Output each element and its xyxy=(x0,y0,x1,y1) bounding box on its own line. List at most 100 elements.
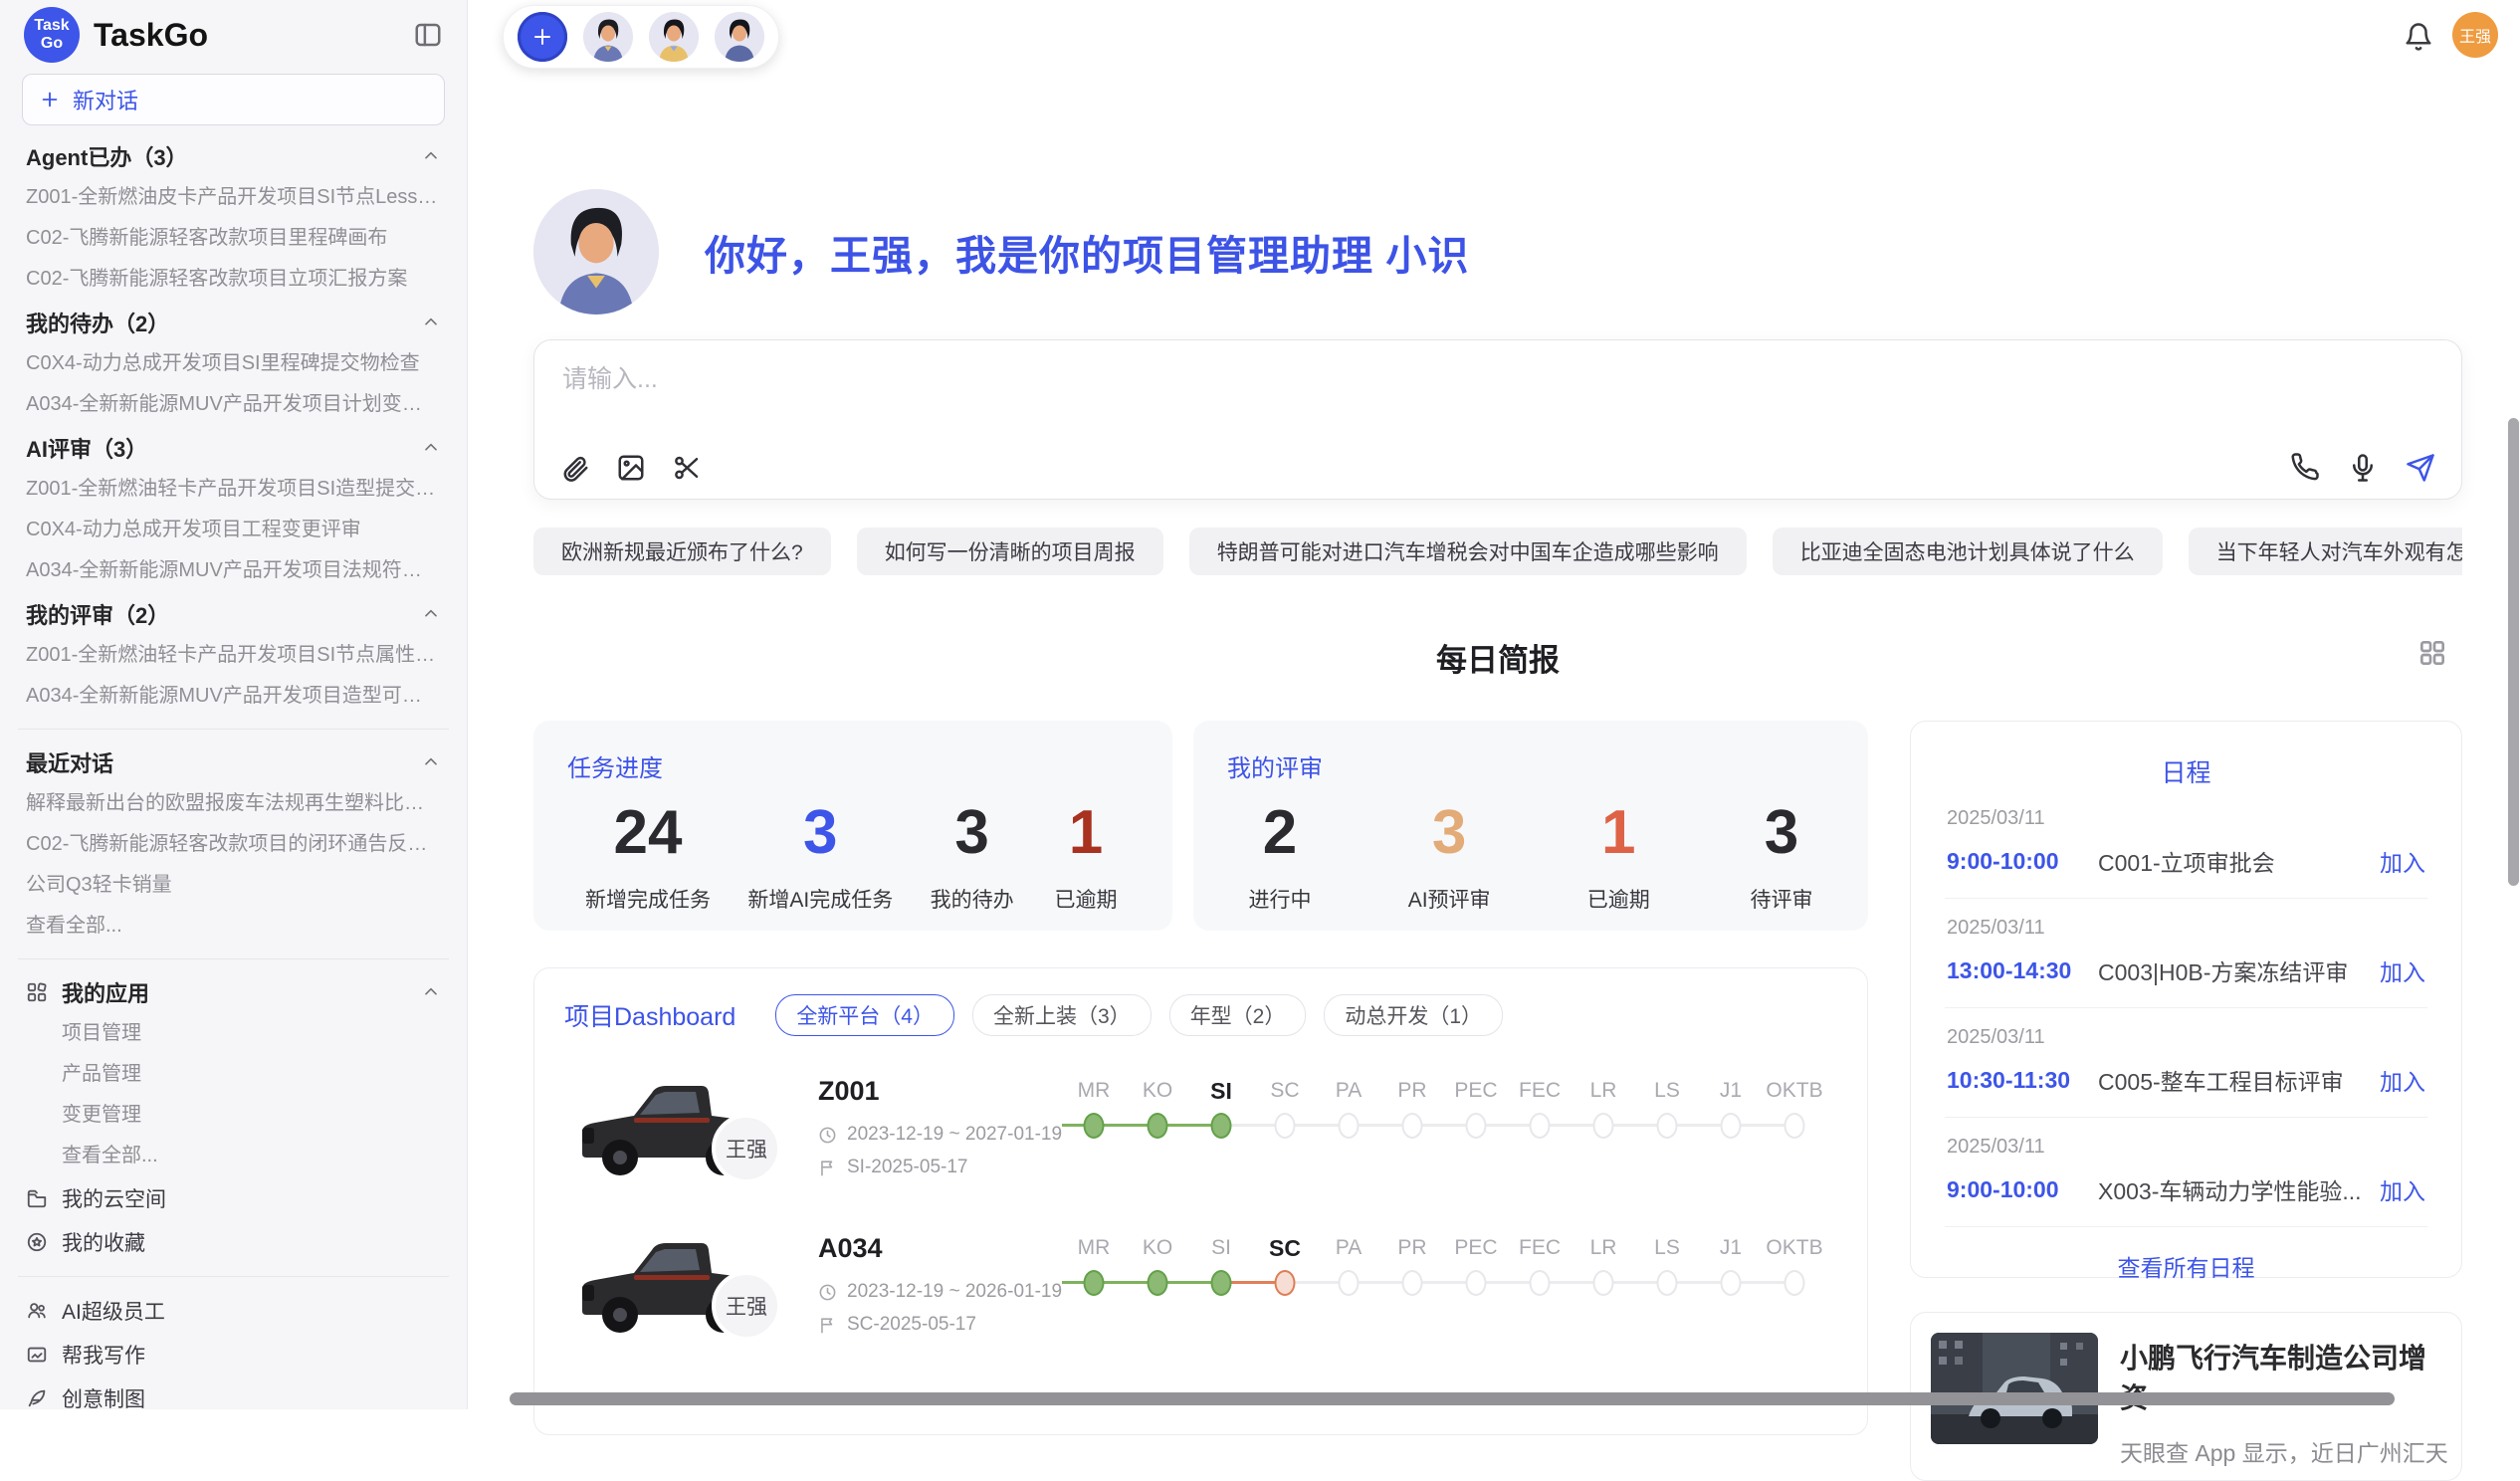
chevron-up-icon[interactable] xyxy=(421,313,441,332)
hero: 你好，王强，我是你的项目管理助理 小识 xyxy=(533,189,1469,315)
join-button[interactable]: 加入 xyxy=(2380,1172,2425,1206)
sidebar-task-item[interactable]: Z001-全新燃油皮卡产品开发项目SI节点Lesson Learn报告 xyxy=(22,177,445,218)
recent-chat-item[interactable]: 公司Q3轻卡销量 xyxy=(22,865,445,906)
join-button[interactable]: 加入 xyxy=(2380,844,2425,878)
sidebar-item-help-write[interactable]: 帮我写作 xyxy=(22,1333,445,1376)
sidebar-section-header[interactable]: Agent已办（3） xyxy=(22,135,445,177)
schedule-main: 9:00-10:00 C001-立项审批会 加入 xyxy=(1947,844,2425,878)
sidebar-item-ai-staff[interactable]: AI超级员工 xyxy=(22,1289,445,1333)
sidebar-task-item[interactable]: A034-全新新能源MUV产品开发项目计划变更表编写 xyxy=(22,384,445,425)
suggestion-chip[interactable]: 欧洲新规最近颁布了什么? xyxy=(533,528,831,575)
sidebar-task-item[interactable]: A034-全新新能源MUV产品开发项目法规符合性评审 xyxy=(22,550,445,591)
app-item[interactable]: 产品管理 xyxy=(22,1054,445,1095)
sidebar-section-header[interactable]: AI评审（3） xyxy=(22,427,445,469)
scissors-icon[interactable] xyxy=(672,453,702,483)
milestone-line xyxy=(1444,1106,1508,1146)
sidebar-task-item[interactable]: C0X4-动力总成开发项目SI里程碑提交物检查 xyxy=(22,343,445,384)
sidebar-item-creative-draw[interactable]: 创意制图 xyxy=(22,1376,445,1409)
teammate-avatar[interactable] xyxy=(583,12,633,62)
schedule-meeting-title: C001-立项审批会 xyxy=(2098,844,2368,878)
sidebar-section: AI评审（3） Z001-全新燃油轻卡产品开发项目SI造型提交物评审C0X4-动… xyxy=(22,427,445,591)
greeting-title: 你好，王强，我是你的项目管理助理 小识 xyxy=(705,222,1469,282)
join-button[interactable]: 加入 xyxy=(2380,1063,2425,1097)
sidebar-task-item[interactable]: Z001-全新燃油轻卡产品开发项目SI节点属性5D文件评审 xyxy=(22,635,445,676)
milestone: LR xyxy=(1572,1219,1635,1303)
project-dates: 2023-12-19 ~ 2027-01-19 xyxy=(818,1124,1062,1146)
milestone-dot xyxy=(1211,1270,1232,1296)
app-logo: Task Go xyxy=(24,7,80,63)
phone-icon[interactable] xyxy=(2290,453,2320,483)
sidebar-task-item[interactable]: Z001-全新燃油轻卡产品开发项目SI造型提交物评审 xyxy=(22,469,445,510)
milestone-line xyxy=(1572,1263,1635,1303)
new-chat-button[interactable]: 新对话 xyxy=(22,74,445,125)
chevron-up-icon[interactable] xyxy=(421,604,441,624)
project-row[interactable]: 王强 A034 2023-12-19 ~ 2026-01-19 SC-2025-… xyxy=(564,1219,1839,1378)
project-name: A034 xyxy=(818,1233,883,1264)
dashboard-tab[interactable]: 全新上装（3） xyxy=(972,994,1152,1036)
chevron-up-icon[interactable] xyxy=(421,982,441,1002)
chat-input[interactable] xyxy=(560,364,1913,395)
stat-label: AI预评审 xyxy=(1408,884,1491,914)
suggestion-chip[interactable]: 当下年轻人对汽车外观有怎样的喜好趋势 xyxy=(2189,528,2462,575)
send-icon[interactable] xyxy=(2406,453,2435,483)
recent-chat-item[interactable]: 查看全部... xyxy=(22,906,445,947)
sidebar-section-header[interactable]: 我的评审（2） xyxy=(22,593,445,635)
suggestion-chip[interactable]: 如何写一份清晰的项目周报 xyxy=(857,528,1163,575)
milestone-line xyxy=(1508,1106,1572,1146)
milestone-line xyxy=(1189,1106,1253,1146)
sidebar-task-item[interactable]: C02-飞腾新能源轻客改款项目里程碑画布 xyxy=(22,218,445,259)
dashboard-title[interactable]: 项目Dashboard xyxy=(564,997,735,1033)
sidebar-item-cloud-space[interactable]: 我的云空间 xyxy=(22,1176,445,1220)
milestone: OKTB xyxy=(1763,1062,1826,1146)
sidebar-section-header[interactable]: 我的待办（2） xyxy=(22,302,445,343)
join-button[interactable]: 加入 xyxy=(2380,953,2425,987)
paperclip-icon[interactable] xyxy=(560,453,590,483)
panel-toggle-icon[interactable] xyxy=(413,20,443,50)
logo-text-top: Task xyxy=(34,17,69,35)
recent-chat-item[interactable]: 解释最新出台的欧盟报废车法规再生塑料比例被调至15%... xyxy=(22,783,445,824)
chevron-up-icon[interactable] xyxy=(421,438,441,458)
chevron-up-icon[interactable] xyxy=(421,146,441,166)
app-item[interactable]: 查看全部... xyxy=(22,1136,445,1176)
dashboard-tab[interactable]: 年型（2） xyxy=(1169,994,1307,1036)
milestone-label: LS xyxy=(1635,1233,1699,1263)
sidebar-task-item[interactable]: C0X4-动力总成开发项目工程变更评审 xyxy=(22,510,445,550)
bell-icon[interactable] xyxy=(2404,22,2433,52)
vertical-scrollbar[interactable] xyxy=(2508,418,2519,886)
stat: 1 已逾期 xyxy=(1583,797,1653,914)
add-agent-button[interactable] xyxy=(518,12,567,62)
stat-card-title[interactable]: 我的评审 xyxy=(1193,721,1868,783)
grid-view-icon[interactable] xyxy=(2416,637,2448,669)
dashboard-tab[interactable]: 全新平台（4） xyxy=(775,994,954,1036)
user-avatar[interactable]: 王强 xyxy=(2452,12,2498,58)
sidebar-item-favorites[interactable]: 我的收藏 xyxy=(22,1220,445,1264)
milestone-line xyxy=(1126,1263,1189,1303)
my-apps-header[interactable]: 我的应用 xyxy=(22,971,445,1013)
view-all-schedule-link[interactable]: 查看所有日程 xyxy=(1945,1227,2427,1283)
stat-card-title[interactable]: 任务进度 xyxy=(533,721,1172,783)
app-item[interactable]: 项目管理 xyxy=(22,1013,445,1054)
mic-icon[interactable] xyxy=(2348,453,2378,483)
app-item[interactable]: 变更管理 xyxy=(22,1095,445,1136)
project-row[interactable]: 王强 Z001 2023-12-19 ~ 2027-01-19 SI-2025-… xyxy=(564,1062,1839,1221)
horizontal-scrollbar[interactable] xyxy=(510,1392,2395,1405)
sidebar-task-item[interactable]: C02-飞腾新能源轻客改款项目立项汇报方案 xyxy=(22,259,445,300)
teammate-avatar[interactable] xyxy=(649,12,699,62)
suggestion-chip[interactable]: 特朗普可能对进口汽车增税会对中国车企造成哪些影响 xyxy=(1189,528,1747,575)
apps-grid-icon xyxy=(26,981,48,1003)
milestone-dot xyxy=(1721,1270,1742,1296)
recent-chat-item[interactable]: C02-飞腾新能源轻客改款项目的闭环通告反馈情况 xyxy=(22,824,445,865)
milestone: J1 xyxy=(1699,1062,1763,1146)
people-icon xyxy=(26,1300,48,1322)
divider xyxy=(18,729,449,730)
suggestion-chip[interactable]: 比亚迪全固态电池计划具体说了什么 xyxy=(1773,528,2163,575)
sidebar-task-item[interactable]: A034-全新新能源MUV产品开发项目造型可行性评审 xyxy=(22,676,445,717)
cloud-space-label: 我的云空间 xyxy=(62,1183,166,1213)
chevron-up-icon[interactable] xyxy=(421,752,441,772)
dashboard-tab[interactable]: 动总开发（1） xyxy=(1324,994,1503,1036)
image-icon[interactable] xyxy=(616,453,646,483)
recent-chats-header[interactable]: 最近对话 xyxy=(22,741,445,783)
teammate-avatar[interactable] xyxy=(715,12,764,62)
schedule-main: 9:00-10:00 X003-车辆动力学性能验... 加入 xyxy=(1947,1172,2425,1206)
stat-value: 2 xyxy=(1245,797,1315,868)
